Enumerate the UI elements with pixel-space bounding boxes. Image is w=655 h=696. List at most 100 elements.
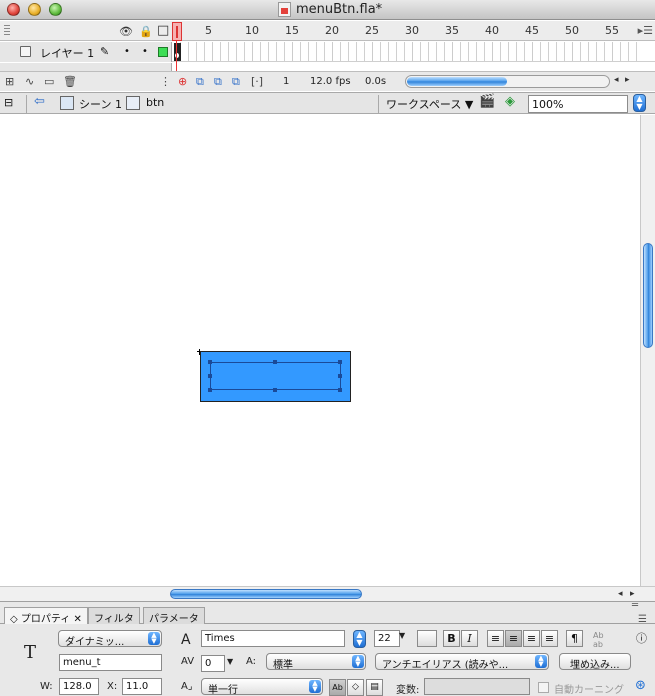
selection-handle[interactable]: [338, 388, 342, 392]
text-tool-icon: T: [24, 642, 37, 663]
italic-button[interactable]: I: [461, 630, 478, 647]
outline-square-icon[interactable]: □: [157, 23, 169, 38]
timeline-toggle-icon[interactable]: ⊟: [4, 96, 13, 109]
font-size-field[interactable]: 22: [374, 630, 400, 647]
insert-folder-icon[interactable]: ▭: [44, 75, 54, 88]
edit-multiple-frames-icon[interactable]: ⧉: [232, 75, 240, 89]
zoom-field[interactable]: 100%: [528, 95, 628, 113]
selectable-text-button[interactable]: Ab: [329, 679, 346, 696]
horizontal-scroll-thumb[interactable]: [170, 589, 362, 599]
onion-skin-outlines-icon[interactable]: ⧉: [214, 75, 222, 89]
properties-panel: ═ ◇ プロパティ ✕ フィルタ パラメータ ☰ T ダイナミッ... ▲ ▼ A …: [0, 600, 655, 696]
selection-handle[interactable]: [338, 374, 342, 378]
minimize-window-button[interactable]: [28, 3, 41, 16]
auto-kerning-checkbox[interactable]: [538, 682, 549, 693]
paragraph-format-button[interactable]: ¶: [566, 630, 583, 647]
title-bar: menuBtn.fla*: [0, 0, 655, 20]
antialias-select[interactable]: アンチエイリアス (読みや... ▲ ▼: [375, 653, 549, 671]
tab-filters[interactable]: フィルタ: [88, 607, 140, 625]
text-color-swatch[interactable]: [417, 630, 437, 647]
selection-handle[interactable]: [273, 360, 277, 364]
panel-grip-icon[interactable]: [4, 25, 10, 37]
scroll-right-arrow-icon[interactable]: ▸: [625, 75, 630, 85]
close-window-button[interactable]: [7, 3, 20, 16]
edit-symbols-icon[interactable]: ◈: [505, 94, 515, 109]
variable-field[interactable]: [424, 678, 530, 695]
layer-outline-color[interactable]: [158, 47, 168, 57]
selection-handle[interactable]: [273, 388, 277, 392]
frame-number: 35: [445, 24, 459, 37]
width-field[interactable]: 128.0: [59, 678, 99, 695]
zoom-window-button[interactable]: [49, 3, 62, 16]
font-family-stepper[interactable]: ▲ ▼: [353, 630, 366, 648]
scene-icon: [60, 96, 74, 110]
x-field[interactable]: 11.0: [122, 678, 162, 695]
playhead[interactable]: [172, 22, 182, 41]
layer-icon: [20, 46, 31, 57]
symbol-breadcrumb[interactable]: btn: [146, 96, 164, 109]
align-center-icon[interactable]: ≡: [505, 630, 522, 647]
align-justify-icon[interactable]: ≡: [541, 630, 558, 647]
scroll-left-arrow-icon[interactable]: ◂: [614, 75, 619, 85]
divider-grip-icon[interactable]: ⋮: [160, 75, 171, 88]
frame-cells[interactable]: [173, 42, 643, 61]
frame-number: 50: [565, 24, 579, 37]
lock-dot-icon[interactable]: •: [142, 46, 148, 57]
workspace-menu[interactable]: ワークスペース ▼: [386, 96, 473, 112]
zoom-stepper[interactable]: ▲ ▼: [633, 94, 646, 112]
vertical-scroll-thumb[interactable]: [643, 243, 653, 348]
embed-button[interactable]: 埋め込み...: [559, 653, 631, 671]
align-left-icon[interactable]: ≡: [487, 630, 504, 647]
scene-breadcrumb[interactable]: シーン 1: [79, 96, 122, 112]
center-frame-icon[interactable]: ⊕: [178, 75, 187, 88]
empty-layer-area: [0, 63, 655, 71]
panel-menu-icon[interactable]: ☰: [638, 614, 647, 625]
layer-info[interactable]: レイヤー 1 ✎ • •: [0, 42, 172, 62]
accessibility-icon[interactable]: ⊛: [635, 678, 646, 693]
help-icon[interactable]: ⓘ: [636, 630, 647, 646]
letter-spacing-dropdown-icon[interactable]: ▼: [227, 657, 233, 666]
lock-icon[interactable]: 🔒: [139, 25, 153, 38]
symbol-icon: [126, 96, 140, 110]
selection-handle[interactable]: [338, 360, 342, 364]
bold-button[interactable]: B: [443, 630, 460, 647]
selection-handle[interactable]: [208, 388, 212, 392]
selection-handle[interactable]: [208, 360, 212, 364]
timeline-scroll-thumb[interactable]: [407, 77, 507, 86]
edit-bar: ⊟ ⇦ シーン 1 btn ワークスペース ▼ 🎬 ◈ 100% ▲ ▼: [0, 92, 655, 114]
onion-skin-icon[interactable]: ⧉: [196, 75, 204, 89]
render-html-button[interactable]: ◇: [347, 679, 364, 696]
tab-parameters[interactable]: パラメータ: [143, 607, 205, 625]
back-arrow-icon[interactable]: ⇦: [34, 94, 45, 109]
font-size-dropdown-icon[interactable]: ▼: [399, 631, 405, 640]
panel-menu-icon[interactable]: ▸☰: [638, 24, 653, 37]
tab-properties[interactable]: ◇ プロパティ ✕: [4, 607, 88, 625]
scroll-left-arrow-icon[interactable]: ◂: [618, 589, 623, 599]
font-family-field[interactable]: Times: [201, 630, 345, 647]
dynamic-text-field[interactable]: [210, 362, 341, 390]
frame-number: 20: [325, 24, 339, 37]
instance-name-field[interactable]: menu_t: [59, 654, 162, 671]
letter-spacing-field[interactable]: 0: [201, 655, 225, 672]
text-orientation-icon[interactable]: Ab ab: [593, 631, 604, 649]
align-right-icon[interactable]: ≡: [523, 630, 540, 647]
text-type-select[interactable]: ダイナミッ... ▲ ▼: [58, 630, 162, 648]
layer-row[interactable]: レイヤー 1 ✎ • •: [0, 42, 655, 62]
selection-handle[interactable]: [208, 374, 212, 378]
stage-horizontal-scrollbar[interactable]: ◂ ▸: [0, 586, 655, 601]
delete-layer-icon[interactable]: 🗑: [63, 75, 77, 88]
show-hide-eye-icon[interactable]: 👁: [119, 25, 133, 38]
stage-vertical-scrollbar[interactable]: [640, 115, 655, 586]
scroll-right-arrow-icon[interactable]: ▸: [630, 589, 635, 599]
modify-onion-markers-icon[interactable]: [·]: [251, 75, 263, 88]
line-type-select[interactable]: 単一行 ▲ ▼: [201, 678, 323, 696]
baseline-select[interactable]: 標準 ▲ ▼: [266, 653, 366, 671]
frame-number: 30: [405, 24, 419, 37]
show-border-button[interactable]: ▤: [366, 679, 383, 696]
timeline-scrollbar[interactable]: [405, 75, 610, 88]
edit-scene-icon[interactable]: 🎬: [479, 94, 495, 109]
motion-guide-icon[interactable]: ∿: [25, 75, 34, 88]
frame-ruler[interactable]: 1 5 10 15 20 25 30 35 40 45 50 55: [175, 21, 619, 41]
visibility-dot-icon[interactable]: •: [124, 46, 130, 57]
insert-layer-icon[interactable]: ⊞: [5, 75, 14, 88]
